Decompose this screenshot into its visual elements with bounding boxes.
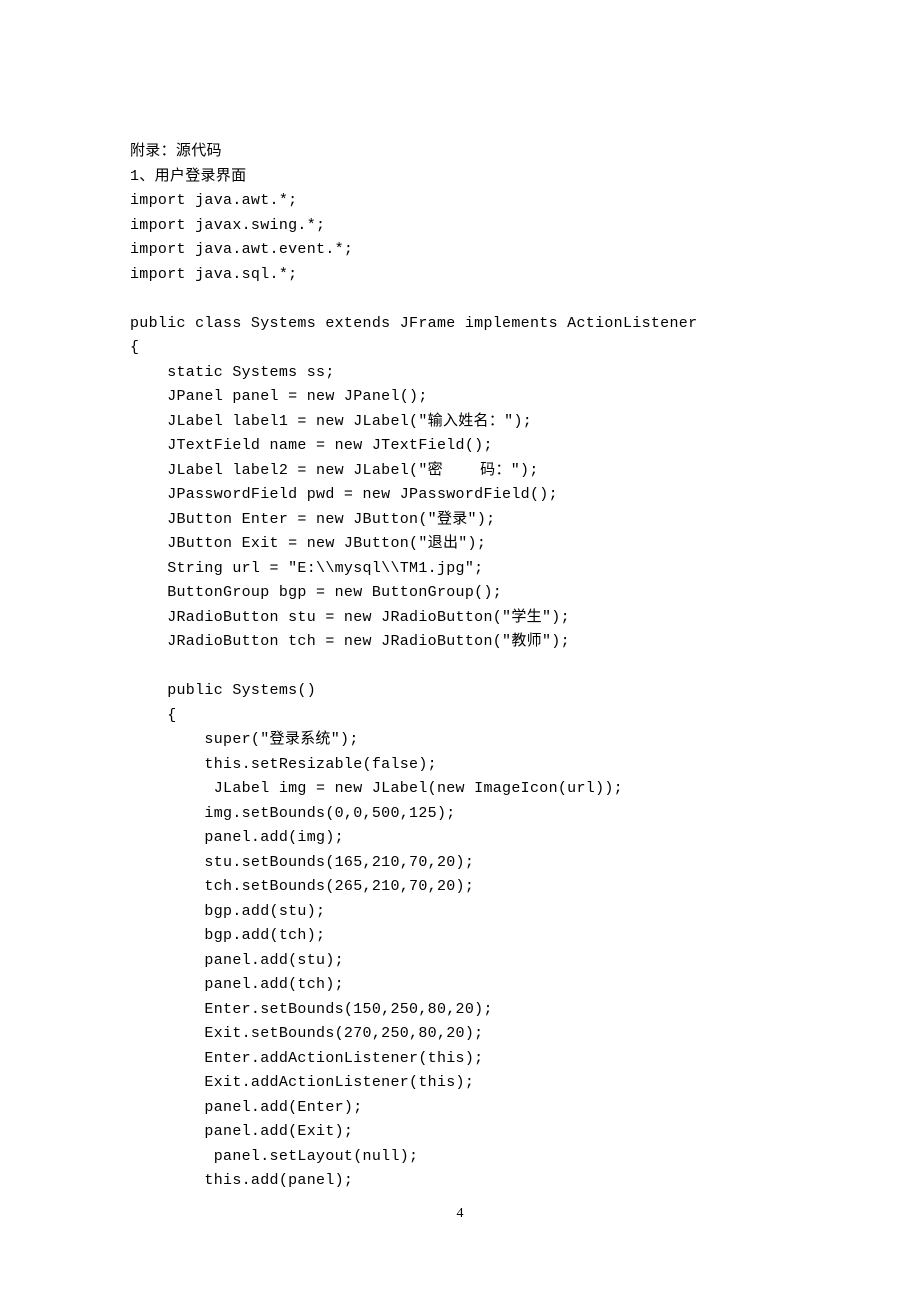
page-number: 4 bbox=[0, 1206, 920, 1222]
document-page: 附录：源代码 1、用户登录界面 import java.awt.*; impor… bbox=[0, 0, 920, 1302]
source-code-block: 附录：源代码 1、用户登录界面 import java.awt.*; impor… bbox=[130, 140, 790, 1194]
